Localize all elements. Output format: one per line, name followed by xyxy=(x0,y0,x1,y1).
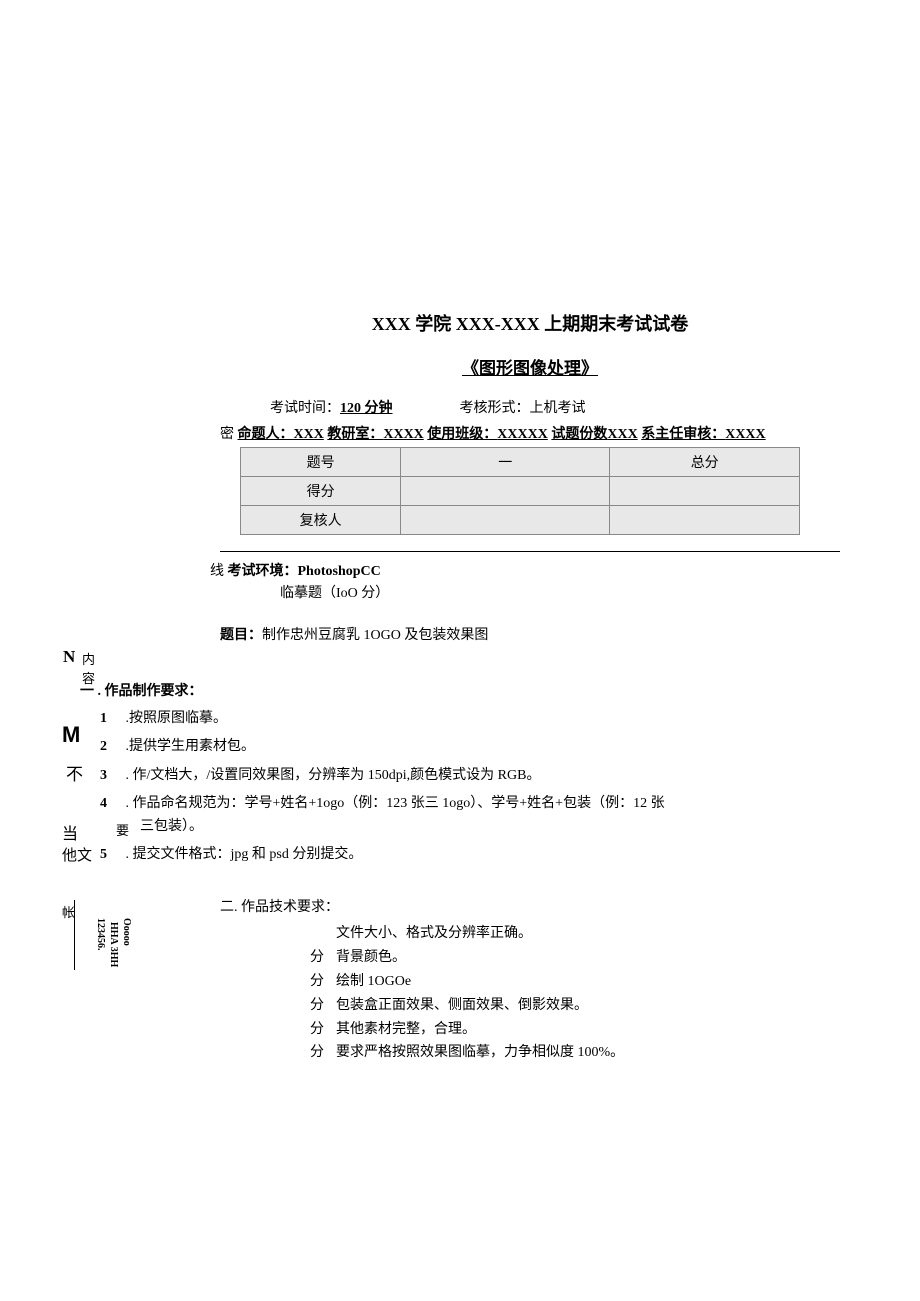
section1-head: 一 . 作品制作要求： xyxy=(80,680,860,700)
list-item: 分要求严格按照效果图临摹，力争相似度 100%。 xyxy=(300,1041,860,1065)
list-item: 分背景颜色。 xyxy=(300,946,860,970)
margin-vertical-2: HHA 3HH xyxy=(108,922,119,967)
margin-text-tawen: 他文 xyxy=(62,844,92,865)
list-item: 文件大小、格式及分辨率正确。 xyxy=(300,922,860,946)
meta-time-row: 考试时间：120 分钟 考核形式：上机考试 xyxy=(270,397,860,417)
list-item: 2 .提供学生用素材包。 xyxy=(100,736,860,758)
cell-r3c1: 复核人 xyxy=(241,506,401,535)
table-row: 复核人 xyxy=(241,506,800,535)
list-item: 1 .按照原图临摹。 xyxy=(100,708,860,730)
exam-env-row: 线 考试环境：PhotoshopCC 临摹题（IoO 分） xyxy=(220,560,860,602)
table-row: 题号 一 总分 xyxy=(241,448,800,477)
margin-vertical-3: Ooooo xyxy=(121,918,132,946)
margin-text-dang: 当 xyxy=(62,820,78,844)
cell-r1c3: 总分 xyxy=(610,448,800,477)
score-table: 题号 一 总分 得分 复核人 xyxy=(240,447,800,535)
cell-r3c2 xyxy=(401,506,610,535)
table-row: 得分 xyxy=(241,477,800,506)
section2-head: 二. 作品技术要求： xyxy=(220,896,860,916)
section1-list: 1 .按照原图临摹。 2 .提供学生用素材包。 3 . 作/文档大，/设置同效果… xyxy=(100,708,860,866)
margin-line xyxy=(74,900,75,970)
main-title: XXX 学院 XXX-XXX 上期期末考试试卷 xyxy=(200,310,860,336)
margin-text-bu: 不 xyxy=(66,760,83,785)
cell-r1c1: 题号 xyxy=(241,448,401,477)
list-item: 分其他素材完整，合理。 xyxy=(300,1018,860,1042)
subtitle: 《图形图像处理》 xyxy=(200,354,860,379)
list-item: 5 . 提交文件格式：jpg 和 psd 分别提交。 xyxy=(100,844,860,866)
margin-text-n: N xyxy=(63,647,75,667)
section2-list: 文件大小、格式及分辨率正确。 分背景颜色。 分绘制 1OGOe 分包装盒正面效果… xyxy=(300,922,860,1065)
divider xyxy=(220,551,840,552)
margin-text-nei: 内容 xyxy=(82,649,95,687)
margin-text-m: M xyxy=(62,722,80,748)
exam-paper-page: XXX 学院 XXX-XXX 上期期末考试试卷 《图形图像处理》 考试时间：12… xyxy=(0,0,920,1125)
cell-r2c1: 得分 xyxy=(241,477,401,506)
margin-vertical-1: 123456. xyxy=(95,918,106,951)
cell-r2c3 xyxy=(610,477,800,506)
cell-r2c2 xyxy=(401,477,610,506)
cell-r3c3 xyxy=(610,506,800,535)
list-item: 4 . 作品命名规范为：学号+姓名+1ogo（例：123 张三 1ogo）、学号… xyxy=(100,793,860,838)
exam-env-sub: 临摹题（IoO 分） xyxy=(280,582,860,602)
list-item: 3 . 作/文档大，/设置同效果图，分辨率为 150dpi,颜色模式设为 RGB… xyxy=(100,765,860,787)
meta-authors-row: 密 命题人：XXX 教研室：XXXX 使用班级：XXXXX 试题份数XXX 系主… xyxy=(220,423,860,443)
topic-row: 题目：制作忠州豆腐乳 1OGO 及包装效果图 xyxy=(220,624,860,644)
list-item: 分绘制 1OGOe xyxy=(300,970,860,994)
margin-text-yao: 要 xyxy=(116,820,129,839)
list-item: 分包装盒正面效果、侧面效果、倒影效果。 xyxy=(300,994,860,1018)
cell-r1c2: 一 xyxy=(401,448,610,477)
